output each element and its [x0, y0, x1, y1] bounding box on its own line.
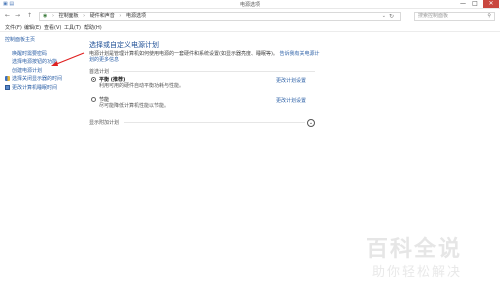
shield-icon	[5, 76, 10, 81]
address-bar[interactable]: ◉ › 控制面板 › 硬件和声音 › 电源选项 ⌄ ↻	[39, 12, 401, 21]
section-divider	[113, 71, 315, 72]
expand-chevron-icon[interactable]: ⌄	[307, 119, 315, 127]
plan-power-saver-desc: 尽可能降低计算机性能以节能。	[99, 103, 170, 109]
menu-bar: 文件(F) 编辑(E) 查看(V) 工具(T) 帮助(H)	[0, 24, 500, 32]
plan-balanced-desc: 利用可用的硬件自动平衡功耗与性能。	[99, 83, 185, 89]
menu-tools[interactable]: 工具(T)	[64, 24, 81, 32]
breadcrumb-hardware-sound[interactable]: 硬件和声音	[90, 13, 115, 19]
sidebar: 控制面板主页 唤醒时需要密码 选择电源按钮的功能 创建电源计划 选择关闭显示器的…	[0, 32, 82, 307]
sidebar-item-create-plan[interactable]: 创建电源计划	[12, 68, 42, 74]
maximize-button[interactable]: □	[469, 0, 481, 8]
back-icon[interactable]: ←	[5, 12, 10, 20]
sidebar-item-sleep-time[interactable]: 更改计算机睡眠时间	[12, 85, 57, 91]
up-icon[interactable]: ↑	[27, 12, 32, 20]
watermark: 百科全说 助你轻松解决	[360, 231, 490, 291]
menu-file[interactable]: 文件(F)	[5, 24, 22, 32]
title-bar: ▣ ▤ 电源选项 — □ ✕	[0, 0, 500, 9]
monitor-icon	[5, 85, 10, 90]
plan-balanced-radio[interactable]	[91, 77, 96, 82]
breadcrumb-power-options[interactable]: 电源选项	[126, 13, 146, 19]
menu-help[interactable]: 帮助(H)	[84, 24, 102, 32]
window-title: 电源选项	[239, 2, 260, 8]
plan-power-saver-settings-link[interactable]: 更改计划设置	[276, 97, 306, 104]
address-dropdown-icon[interactable]: ⌄	[382, 13, 386, 20]
watermark-title: 百科全说	[366, 237, 463, 262]
page-description: 电源计划是管理计算机如何使用电源的一套硬件和系统设置(如显示器亮度、睡眠等)。 …	[89, 51, 324, 63]
show-additional-plans-label[interactable]: 显示附加计划	[89, 119, 119, 126]
folder-icon: ◉	[43, 13, 48, 19]
menu-edit[interactable]: 编辑(E)	[24, 24, 41, 32]
search-icon[interactable]: ⚲	[487, 13, 491, 20]
plan-balanced-settings-link[interactable]: 更改计划设置	[276, 77, 306, 84]
address-row: ← → ↑ ◉ › 控制面板 › 硬件和声音 › 电源选项 ⌄ ↻ 搜索控制面板…	[0, 9, 500, 24]
search-input[interactable]: 搜索控制面板 ⚲	[414, 12, 495, 21]
watermark-subtitle: 助你轻松解决	[372, 265, 463, 280]
sidebar-item-wake-password[interactable]: 唤醒时需要密码	[12, 51, 47, 57]
search-placeholder: 搜索控制面板	[418, 13, 449, 19]
close-button[interactable]: ✕	[483, 0, 499, 8]
menu-view[interactable]: 查看(V)	[44, 24, 61, 32]
forward-icon[interactable]: →	[15, 12, 20, 20]
page-title: 选择或自定义电源计划	[89, 41, 159, 49]
plan-power-saver-radio[interactable]	[91, 97, 96, 102]
breadcrumb-control-panel[interactable]: 控制面板	[59, 13, 79, 19]
refresh-icon[interactable]: ↻	[389, 13, 394, 20]
additional-divider	[124, 122, 305, 123]
minimize-button[interactable]: —	[457, 0, 469, 8]
annotation-arrow	[51, 52, 85, 66]
sidebar-item-home[interactable]: 控制面板主页	[5, 37, 35, 43]
sidebar-item-display-off[interactable]: 选择关闭显示器的时间	[12, 76, 62, 82]
preferred-plans-label: 首选计划	[89, 69, 110, 75]
